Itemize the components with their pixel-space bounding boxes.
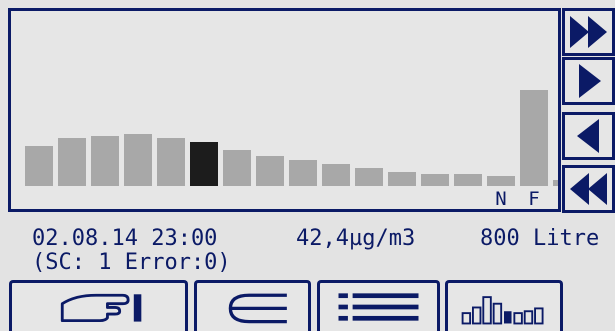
chart-panel: NF [8, 8, 561, 212]
chart-bar [520, 90, 548, 186]
chart-bar [190, 142, 218, 186]
bar-chart-button[interactable] [445, 280, 563, 331]
fast-forward-icon [570, 16, 607, 48]
chart-bar [322, 164, 350, 186]
chart-bar-label: F [528, 188, 539, 209]
chart-bar [553, 180, 558, 186]
chart-bar [223, 150, 251, 186]
list-button[interactable] [317, 280, 440, 331]
chart-bar [454, 174, 482, 186]
bar-chart-icon [461, 296, 544, 325]
concentration-text: 42,4µg/m3 [296, 226, 416, 251]
chart-bar [388, 172, 416, 186]
pointing-hand-icon [60, 293, 142, 323]
back-icon [577, 119, 599, 153]
fast-back-icon [570, 173, 607, 205]
volume-text: 800 Litre [480, 226, 600, 251]
chart-bar [289, 160, 317, 186]
chart-bar [256, 156, 284, 186]
fast-back-button[interactable] [562, 165, 615, 213]
chart-bar [355, 168, 383, 186]
return-button[interactable] [194, 280, 311, 331]
datetime-text: 02.08.14 23:00 [32, 226, 218, 251]
chart-bar [124, 134, 152, 186]
chart-bar [157, 138, 185, 186]
fast-forward-button[interactable] [562, 8, 615, 56]
pointing-hand-button[interactable] [9, 280, 188, 331]
status-text: (SC: 1 Error:0) [32, 250, 231, 275]
return-arrow-icon [228, 293, 287, 324]
chart-bar [91, 136, 119, 186]
forward-button[interactable] [562, 57, 615, 105]
chart-bar [487, 176, 515, 186]
chart-bar [421, 174, 449, 186]
chart-bar [25, 146, 53, 186]
bar-chart: NF [25, 90, 558, 209]
forward-icon [579, 64, 601, 98]
chart-bar-label: N [495, 188, 506, 209]
list-icon [338, 293, 419, 321]
back-button[interactable] [562, 112, 615, 160]
chart-bar [58, 138, 86, 186]
